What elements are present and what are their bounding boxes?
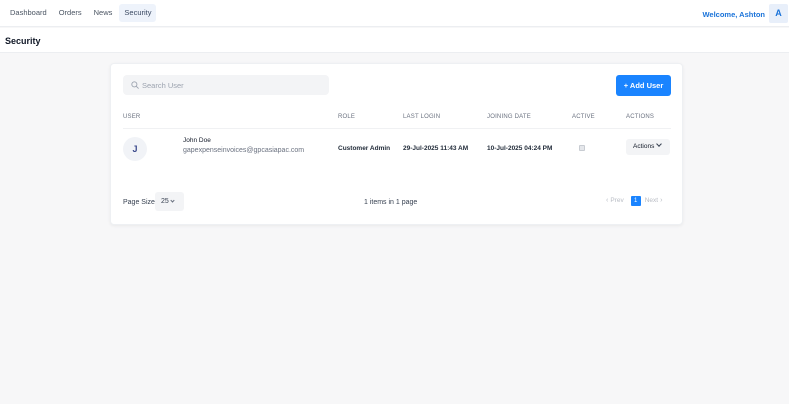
page-size-select[interactable]: 25 [155, 192, 184, 211]
prev-button[interactable]: Prev [610, 197, 623, 204]
page-button-current[interactable]: 1 [630, 195, 641, 206]
avatar: J [123, 137, 147, 161]
main-nav: Dashboard Orders News Security [5, 4, 158, 22]
chevron-down-icon [656, 141, 663, 147]
actions-label: Actions [633, 143, 655, 150]
nav-item-orders[interactable]: Orders [54, 4, 87, 22]
next-button[interactable]: Next [645, 197, 658, 204]
active-checkbox[interactable] [579, 145, 585, 151]
top-navbar: Dashboard Orders News Security Welcome, … [0, 0, 789, 27]
user-email: gapexpenseinvoices@gpcasiapac.com [183, 147, 305, 154]
chevron-down-icon [170, 198, 175, 203]
page-title: Security [5, 36, 41, 46]
search-icon [131, 81, 139, 89]
user-role: Customer Admin [338, 145, 391, 152]
nav-item-dashboard[interactable]: Dashboard [5, 4, 52, 22]
column-header-actions: ACTIONS [626, 114, 655, 120]
title-bar: Security [0, 28, 789, 53]
pagination-summary: 1 items in 1 page [364, 199, 418, 206]
user-name: John Doe [183, 137, 211, 144]
column-header-role: ROLE [338, 114, 356, 120]
joining-date: 10-Jul-2025 04:24 PM [487, 145, 553, 152]
last-login: 29-Jul-2025 11:43 AM [403, 145, 469, 152]
nav-item-news[interactable]: News [89, 4, 118, 22]
header-divider [123, 128, 671, 129]
chevron-right-icon[interactable]: › [660, 197, 662, 204]
user-avatar[interactable]: A [769, 4, 788, 23]
search-box[interactable] [123, 75, 329, 95]
nav-item-security[interactable]: Security [119, 4, 157, 22]
column-header-user: USER [123, 114, 141, 120]
pagination: ‹ Prev 1 Next › [605, 195, 663, 206]
page-size-value: 25 [161, 198, 169, 205]
search-input[interactable] [142, 75, 322, 95]
page-size-label: Page Size [123, 199, 155, 206]
welcome-text[interactable]: Welcome, Ashton [702, 10, 765, 19]
actions-dropdown[interactable]: Actions [626, 139, 670, 155]
add-user-button[interactable]: + Add User [616, 75, 671, 96]
column-header-active: ACTIVE [572, 114, 595, 120]
chevron-left-icon[interactable]: ‹ [606, 197, 608, 204]
column-header-joining-date: JOINING DATE [487, 114, 531, 120]
users-card: + Add User USER ROLE LAST LOGIN JOINING … [110, 63, 683, 225]
column-header-last-login: LAST LOGIN [403, 114, 441, 120]
